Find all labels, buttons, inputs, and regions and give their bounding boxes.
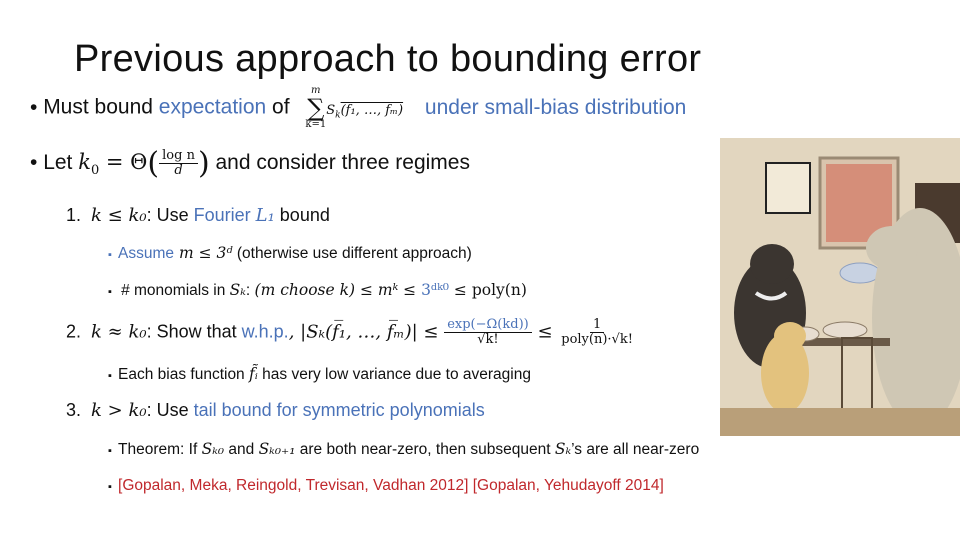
highlight-fourier: Fourier xyxy=(193,205,256,225)
math-condition: k ≤ k₀ xyxy=(91,205,147,226)
math-binomial: (m choose k) ≤ mᵏ ≤ xyxy=(254,281,422,299)
regime-subtext: (otherwise use different approach) xyxy=(232,245,472,262)
list-number: 1. xyxy=(66,205,82,225)
bullet-text: and consider three regimes xyxy=(209,151,470,175)
regime-2-variance: ▪ Each bias function f̃ᵢ has very low va… xyxy=(108,365,531,384)
bullet-dot: ▪ xyxy=(108,286,122,298)
frac-numerator: 1 xyxy=(589,317,605,334)
sum-lower-limit: k=1 xyxy=(305,119,327,130)
regime-subtext: are both near-zero, then subsequent xyxy=(295,441,555,458)
highlight-whp: w.h.p. xyxy=(241,321,289,342)
regime-subtext: Each bias function xyxy=(118,366,249,383)
math-poly-n: ≤ poly(n) xyxy=(449,281,527,299)
bullet-dot: ▪ xyxy=(108,481,119,493)
fraction-exp: exp(−Ω(kd)) √k! xyxy=(444,317,532,348)
bullet-text: Must bound xyxy=(43,95,159,119)
bullet-dot: ▪ xyxy=(108,249,119,261)
colon: : xyxy=(245,282,255,299)
math-Sk: Sₖ xyxy=(229,281,246,299)
highlight-3-dk0: 3ᵈᵏ⁰ xyxy=(421,281,449,299)
bullet-must-bound: • Must bound expectation of m ∑ k=1 Sk(f… xyxy=(30,86,686,130)
math-m-leq-3d: m ≤ 3ᵈ xyxy=(174,244,233,262)
regime-3-citation: ▪ [Gopalan, Meka, Reingold, Trevisan, Va… xyxy=(108,477,664,495)
highlight-assume: Assume xyxy=(118,245,175,262)
math-leq: ≤ xyxy=(531,321,559,343)
regime-text: : Show that xyxy=(146,321,242,342)
math-Sk0-plus-1: Sₖ₀₊₁ xyxy=(258,440,296,458)
sum-body-args: (f₁, …, fₘ) xyxy=(340,102,404,118)
big-bear-head xyxy=(866,226,918,270)
three-bears-illustration xyxy=(720,138,960,436)
highlight-tail-bound: tail bound for symmetric polynomials xyxy=(193,400,485,420)
list-number: 3. xyxy=(66,400,82,420)
frac-numerator: exp(−Ω(kd)) xyxy=(444,317,532,334)
bullet-text: of xyxy=(266,95,290,119)
illustration-svg xyxy=(720,138,960,436)
math-f-tilde-i: f̃ᵢ xyxy=(249,365,258,383)
math-k: k xyxy=(78,150,91,175)
citation-text: [Gopalan, Meka, Reingold, Trevisan, Vadh… xyxy=(118,477,664,494)
math-theta: = Θ xyxy=(99,150,148,175)
regime-1-assume: ▪ Assume m ≤ 3ᵈ (otherwise use different… xyxy=(108,244,472,263)
bullet-dot: • xyxy=(30,151,44,175)
floor xyxy=(720,408,960,436)
highlight-expectation: expectation xyxy=(158,95,267,119)
bullet-text: Let xyxy=(43,151,79,175)
math-Sk: Sₖ xyxy=(554,440,572,458)
frac-numerator: log n xyxy=(159,148,198,164)
list-number: 2. xyxy=(66,321,82,342)
math-condition: k > k₀ xyxy=(91,400,147,421)
bullet-dot: ▪ xyxy=(108,370,119,382)
regime-3: 3. k > k₀: Use tail bound for symmetric … xyxy=(66,400,485,421)
sum-body: Sk(f₁, …, fₘ) xyxy=(326,102,404,121)
regime-subtext: and xyxy=(224,441,259,458)
right-paren: ) xyxy=(197,146,210,181)
math-Sk0: Sₖ₀ xyxy=(201,440,225,458)
fraction-one-over-poly: 1 poly(n)·√k! xyxy=(558,317,636,348)
sum-body-symbol: S xyxy=(326,102,336,118)
slide-title: Previous approach to bounding error xyxy=(74,38,702,80)
sigma-icon: ∑ xyxy=(307,94,325,122)
math-sub-0: 0 xyxy=(90,163,100,179)
regime-subtext: # monomials in xyxy=(121,282,230,299)
fraction-log-n-over-d: log nd xyxy=(159,148,198,179)
regime-subtext: ’s are all near-zero xyxy=(571,441,700,458)
math-abs-Sk: , |Sₖ(f̅₁, …, f̅ₘ)| ≤ xyxy=(288,321,445,343)
frac-denominator: poly(n)·√k! xyxy=(561,332,633,348)
frac-denominator: √k! xyxy=(477,332,499,348)
regime-text: : Use xyxy=(146,205,194,225)
regime-subtext: has very low variance due to averaging xyxy=(257,366,531,383)
dark-bear-head xyxy=(750,244,794,284)
regime-3-theorem: ▪ Theorem: If Sₖ₀ and Sₖ₀₊₁ are both nea… xyxy=(108,440,699,459)
regime-subtext: Theorem: If xyxy=(118,441,202,458)
summation-symbol: m ∑ k=1 xyxy=(305,86,326,130)
plate xyxy=(839,262,881,284)
math-L1: L₁ xyxy=(255,205,275,226)
frac-denominator: d xyxy=(174,163,183,178)
regime-text: : Use xyxy=(146,400,194,420)
bullet-dot: ▪ xyxy=(108,445,119,457)
bowl xyxy=(822,321,868,339)
regime-text: bound xyxy=(274,205,330,225)
math-condition: k ≈ k₀ xyxy=(91,321,147,343)
regime-1: 1. k ≤ k₀: Use Fourier L₁ bound xyxy=(66,205,330,226)
left-paren: ( xyxy=(147,146,160,181)
picture-frame-sketch xyxy=(765,162,811,214)
bullet-dot: • xyxy=(30,95,44,119)
little-bear-head xyxy=(774,322,806,350)
regime-1-monomials: ▪ # monomials in Sₖ: (m choose k) ≤ mᵏ ≤… xyxy=(108,281,527,300)
bullet-let-k0: • Let k0 = Θ(log n d) and consider three … xyxy=(30,146,470,181)
highlight-small-bias: under small-bias distribution xyxy=(424,95,687,119)
regime-2: 2. k ≈ k₀: Show that w.h.p., |Sₖ(f̅₁, …,… xyxy=(66,317,636,348)
